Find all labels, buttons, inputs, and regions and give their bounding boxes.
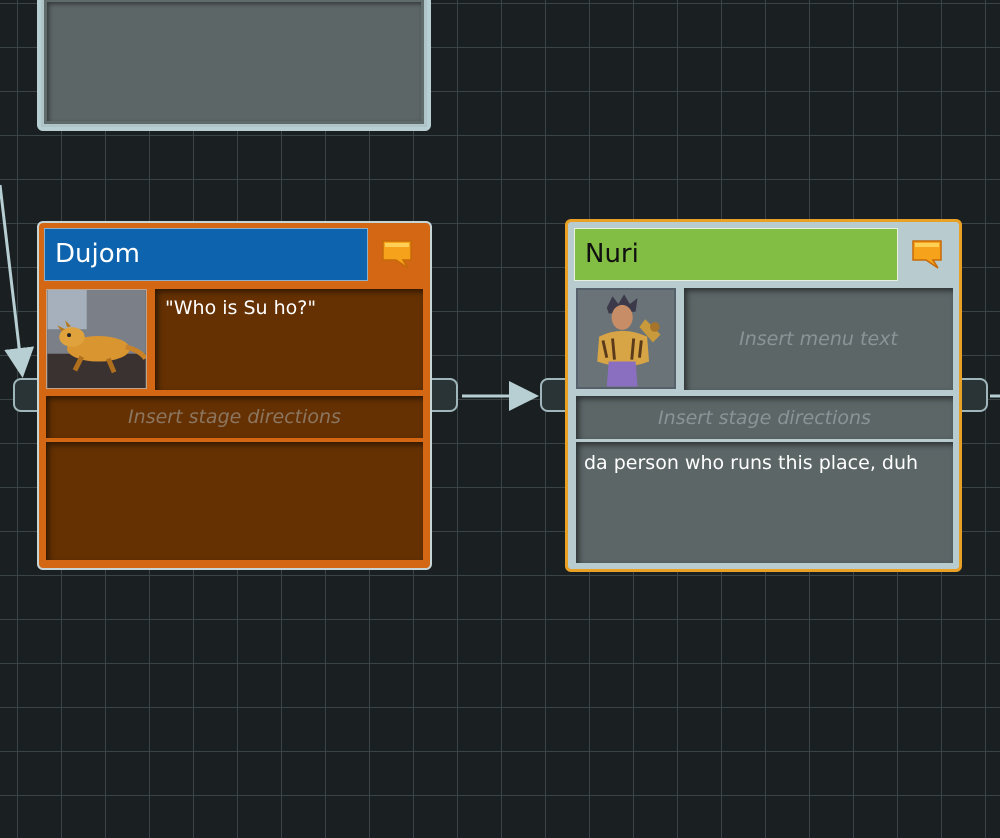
node-field[interactable] [47,2,421,121]
nuri-output-port[interactable] [960,378,988,412]
menu-text-field[interactable]: "Who is Su ho?" [155,289,423,390]
dujom-output-port[interactable] [430,378,458,412]
speech-bubble-icon[interactable] [911,239,943,269]
nuri-input-port[interactable] [540,378,568,412]
stage-directions-field[interactable]: Insert stage directions [46,396,423,438]
speaker-name[interactable]: Dujom [44,228,368,281]
speech-bubble-icon[interactable] [381,239,413,269]
dialogue-node-nuri[interactable]: Nuri Insert menu text Insert stage direc… [565,219,962,572]
speaker-name[interactable]: Nuri [574,228,898,281]
dialogue-node-partial[interactable] [37,0,431,131]
lizard-icon [47,290,146,388]
dialogue-text-field[interactable] [46,442,423,560]
stage-directions-placeholder: Insert stage directions [658,406,871,429]
person-icon [578,290,674,387]
dialogue-text: da person who runs this place, duh [584,452,919,474]
flow-canvas[interactable]: Dujom "Who is Su ho?" Insert stage direc… [0,0,1000,838]
menu-text-field[interactable]: Insert menu text [684,288,953,390]
menu-text: "Who is Su ho?" [165,297,317,319]
dialogue-text-field[interactable]: da person who runs this place, duh [576,442,953,563]
bearded-dragon-portrait[interactable] [46,289,147,389]
dialogue-node-dujom[interactable]: Dujom "Who is Su ho?" Insert stage direc… [37,221,432,570]
stage-directions-field[interactable]: Insert stage directions [576,396,953,439]
menu-text-placeholder: Insert menu text [739,328,898,350]
wire-incoming [0,184,35,378]
stage-directions-placeholder: Insert stage directions [128,406,341,428]
character-portrait[interactable] [576,288,676,389]
